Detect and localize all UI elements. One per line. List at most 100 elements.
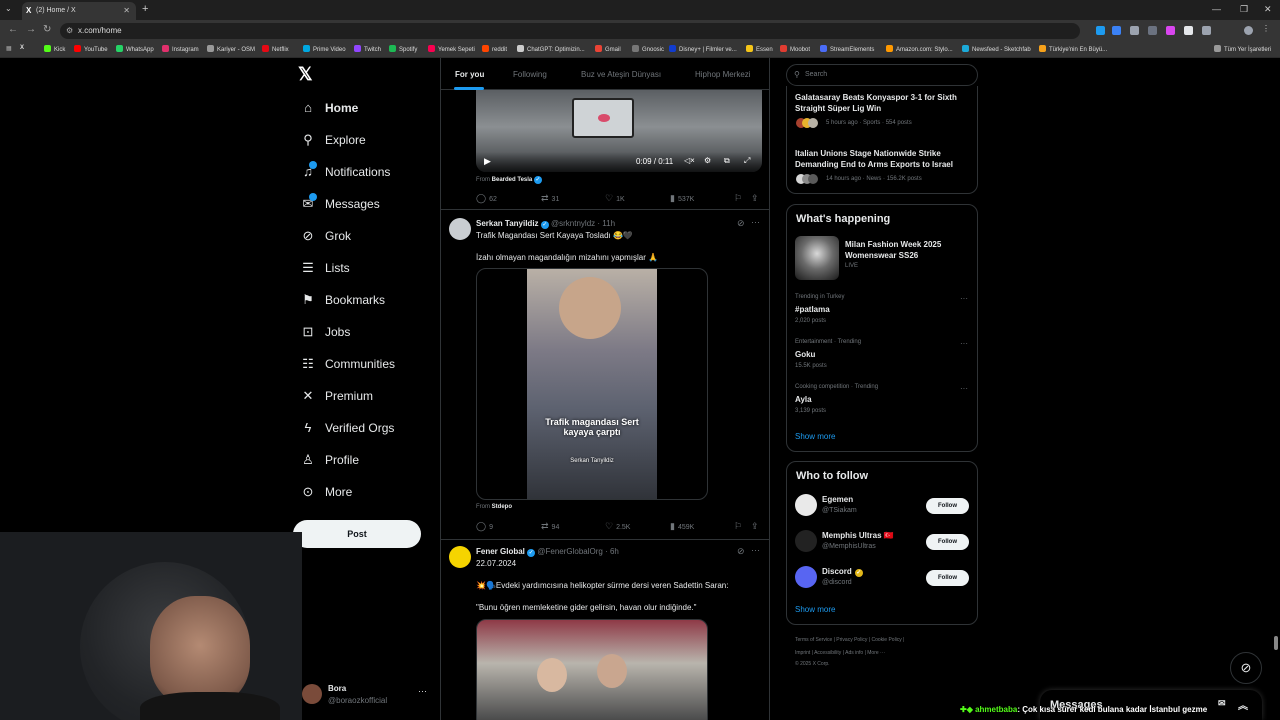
share-icon[interactable]: ⇪ [751, 521, 759, 532]
tweet-time[interactable]: · 11h [597, 219, 615, 228]
extension-icon[interactable] [1166, 26, 1175, 35]
tweet-video[interactable] [476, 619, 708, 720]
video-source[interactable]: From Stdepo [476, 504, 512, 510]
trend-name[interactable]: Ayla [795, 395, 812, 404]
follow-button[interactable]: Follow [926, 498, 969, 514]
bookmark-item[interactable]: Instagram [162, 45, 199, 53]
nav-bookmarks[interactable]: ⚑ Bookmarks [300, 292, 385, 312]
nav-premium[interactable]: ✕ Premium [300, 388, 373, 408]
share-icon[interactable]: ⇪ [751, 193, 759, 204]
browser-menu-icon[interactable]: ⋮ [1262, 24, 1271, 33]
tweet-video[interactable]: ▶ 0:09 / 0:11 ◁× ⚙ ⧉ ⤢ [476, 90, 762, 172]
tab-following[interactable]: Following [513, 70, 547, 79]
bookmark-icon[interactable]: ⚐ [734, 521, 742, 532]
all-bookmarks-folder[interactable]: Tüm Yer İşaretleri [1214, 45, 1271, 53]
bookmark-item[interactable]: Türkiye'nin En Büyü... [1039, 45, 1107, 53]
compose-message-icon[interactable]: ✉ [1218, 698, 1226, 709]
apps-icon[interactable]: ▦ [6, 45, 12, 52]
footer-links[interactable]: Terms of Service | Privacy Policy | Cook… [795, 637, 904, 643]
bookmark-item[interactable]: Disney+ | Filmler ve... [669, 45, 737, 53]
like-button[interactable]: ♡ 1K [605, 193, 625, 204]
x-bookmark-icon[interactable]: X [20, 45, 24, 51]
extension-icon[interactable] [1184, 26, 1193, 35]
extensions-puzzle-icon[interactable] [1202, 26, 1211, 35]
author-name[interactable]: Serkan Tanyildiz [476, 219, 539, 228]
avatar[interactable] [795, 494, 817, 516]
grok-float-button[interactable]: ⊘ [1230, 652, 1262, 684]
footer-links[interactable]: Imprint | Accessibility | Ads info | Mor… [795, 650, 885, 656]
nav-jobs[interactable]: ⊡ Jobs [300, 324, 351, 344]
expand-icon[interactable]: ︽ [1238, 697, 1248, 712]
maximize-icon[interactable]: ❐ [1240, 4, 1248, 15]
nav-communities[interactable]: ☷ Communities [300, 356, 395, 376]
tweet-time[interactable]: · 6h [605, 547, 619, 556]
like-button[interactable]: ♡ 2.5K [605, 521, 630, 532]
author-handle[interactable]: @FenerGlobalOrg [537, 547, 602, 556]
bookmark-item[interactable]: WhatsApp [116, 45, 154, 53]
close-tab-icon[interactable]: ✕ [123, 6, 130, 15]
bookmark-item[interactable]: Gnoosic [632, 45, 664, 53]
bookmark-item[interactable]: StreamElements [820, 45, 874, 53]
nav-messages[interactable]: ✉ Messages [300, 193, 380, 216]
follow-account-name[interactable]: Memphis Ultras 🇹🇷 [822, 531, 894, 540]
bookmark-item[interactable]: Yemek Sepeti [428, 45, 475, 53]
more-dots-icon[interactable]: ··· [751, 217, 760, 227]
nav-more[interactable]: ⊙ More [300, 484, 353, 504]
avatar[interactable] [449, 218, 471, 240]
repost-button[interactable]: ⇄ 31 [541, 193, 559, 204]
mute-icon[interactable]: ◁× [684, 156, 695, 165]
bookmark-item[interactable]: ChatGPT: Optimizin... [517, 45, 585, 53]
show-more-link[interactable]: Show more [795, 605, 835, 614]
browser-tab[interactable]: X (2) Home / X ✕ [22, 2, 136, 20]
nav-explore[interactable]: ⚲ Explore [300, 132, 365, 152]
follow-account-name[interactable]: Egemen [822, 495, 853, 504]
site-info-icon[interactable]: ⚙ [66, 26, 73, 35]
avatar[interactable] [795, 530, 817, 552]
pip-icon[interactable]: ⧉ [724, 156, 730, 166]
close-window-icon[interactable]: ✕ [1264, 4, 1272, 15]
extension-icon[interactable] [1130, 26, 1139, 35]
extension-icon[interactable] [1112, 26, 1121, 35]
more-dots-icon[interactable]: ··· [960, 339, 968, 348]
nav-lists[interactable]: ☰ Lists [300, 260, 350, 280]
show-more-link[interactable]: Show more [795, 432, 835, 441]
news-title[interactable]: Italian Unions Stage Nationwide Strike D… [795, 148, 970, 170]
x-logo-icon[interactable]: 𝕏 [298, 64, 313, 85]
more-dots-icon[interactable]: ··· [418, 686, 427, 696]
bookmark-item[interactable]: Netflix [262, 45, 289, 53]
repost-button[interactable]: ⇄ 94 [541, 521, 559, 532]
avatar[interactable] [449, 546, 471, 568]
bookmark-item[interactable]: Gmail [595, 45, 621, 53]
grok-icon[interactable]: ⊘ [737, 546, 745, 557]
tab-buz-ve-atesin-dunyasi[interactable]: Buz ve Ateşin Dünyası [581, 70, 661, 79]
trend-name[interactable]: #patlama [795, 305, 830, 314]
follow-button[interactable]: Follow [926, 534, 969, 550]
tab-hiphop-merkezi[interactable]: Hiphop Merkezi [695, 70, 751, 79]
nav-grok[interactable]: ⊘ Grok [300, 228, 351, 248]
video-source[interactable]: From Bearded Tesla ✓ [476, 176, 542, 184]
post-button[interactable]: Post [293, 520, 421, 548]
extension-icon[interactable] [1096, 26, 1105, 35]
more-dots-icon[interactable]: ··· [960, 384, 968, 393]
avatar[interactable] [795, 566, 817, 588]
views-button[interactable]: ▮ 459K [670, 521, 694, 532]
tab-for-you[interactable]: For you [455, 70, 484, 79]
trend-name[interactable]: Goku [795, 350, 815, 359]
settings-icon[interactable]: ⚙ [704, 156, 711, 165]
grok-icon[interactable]: ⊘ [737, 218, 745, 229]
news-title[interactable]: Galatasaray Beats Konyaspor 3-1 for Sixt… [795, 92, 970, 114]
bookmark-item[interactable]: Amazon.com: Stylo... [886, 45, 953, 53]
url-field[interactable]: ⚙ x.com/home [60, 23, 1080, 39]
minimize-icon[interactable]: — [1212, 4, 1221, 14]
bookmark-item[interactable]: reddit [482, 45, 507, 53]
follow-button[interactable]: Follow [926, 570, 969, 586]
author-handle[interactable]: @srkntnyldz [551, 219, 595, 228]
search-input[interactable]: ⚲ Search [786, 64, 978, 86]
tab-search-icon[interactable]: ⌄ [5, 4, 12, 13]
bookmark-item[interactable]: Kick [44, 45, 65, 53]
forward-icon[interactable]: → [26, 24, 36, 35]
reply-button[interactable]: ◯ 62 [476, 193, 497, 204]
nav-verified-orgs[interactable]: ϟ Verified Orgs [300, 420, 395, 440]
nav-notifications[interactable]: ♫ Notifications [300, 161, 390, 184]
bookmark-item[interactable]: Prime Video [303, 45, 346, 53]
